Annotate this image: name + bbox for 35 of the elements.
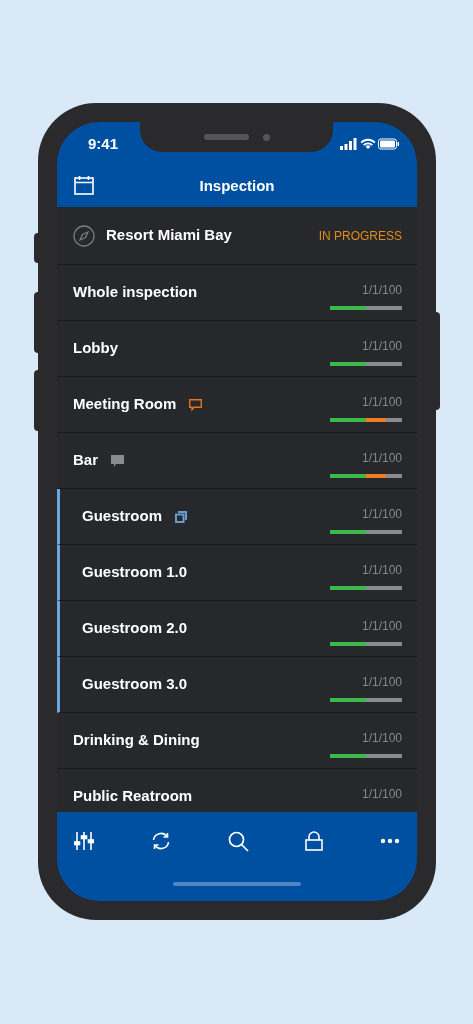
count-label: 1/1/100 [361, 282, 402, 299]
row-title[interactable]: Whole inspection [73, 281, 198, 304]
count-label: 1/1/100 [361, 506, 402, 523]
row-title[interactable]: Meeting Room [73, 393, 177, 416]
row-title[interactable]: Bar [73, 449, 98, 472]
more-icon[interactable] [380, 838, 400, 844]
row-title[interactable]: Guestroom 1.0 [82, 561, 188, 584]
count-label: 1/1/100 [361, 674, 402, 691]
filters-icon[interactable] [74, 831, 94, 851]
property-name: Resort Miami Bay [106, 225, 232, 246]
row-title[interactable]: Drinking & Dining [73, 729, 200, 752]
count-label: 1/1/100 [361, 618, 402, 635]
status-icons [340, 138, 400, 150]
comment-icon[interactable] [111, 454, 124, 467]
search-icon[interactable] [227, 830, 249, 852]
count-label: 1/1/100 [361, 562, 402, 579]
count-label: 1/1/100 [361, 730, 402, 747]
screen-title: Inspection [199, 176, 275, 197]
sync-icon[interactable] [150, 831, 171, 851]
status-label: IN PROGRESS [318, 227, 402, 245]
lock-icon[interactable] [305, 831, 324, 851]
count-label: 1/1/100 [361, 786, 402, 803]
copy-icon[interactable] [175, 510, 187, 523]
status-time: 9:41 [88, 133, 119, 154]
calendar-icon[interactable] [74, 175, 94, 195]
count-label: 1/1/100 [361, 394, 402, 411]
comment-icon[interactable] [189, 398, 203, 411]
row-title[interactable]: Lobby [73, 337, 118, 360]
row-title[interactable]: Public Reatroom [73, 785, 193, 808]
count-label: 1/1/100 [361, 338, 402, 355]
compass-icon [73, 224, 95, 247]
row-title[interactable]: Guestroom 2.0 [82, 617, 188, 640]
row-title[interactable]: Guestroom 3.0 [82, 673, 188, 696]
count-label: 1/1/100 [361, 450, 402, 467]
row-title[interactable]: Guestroom [82, 505, 162, 528]
